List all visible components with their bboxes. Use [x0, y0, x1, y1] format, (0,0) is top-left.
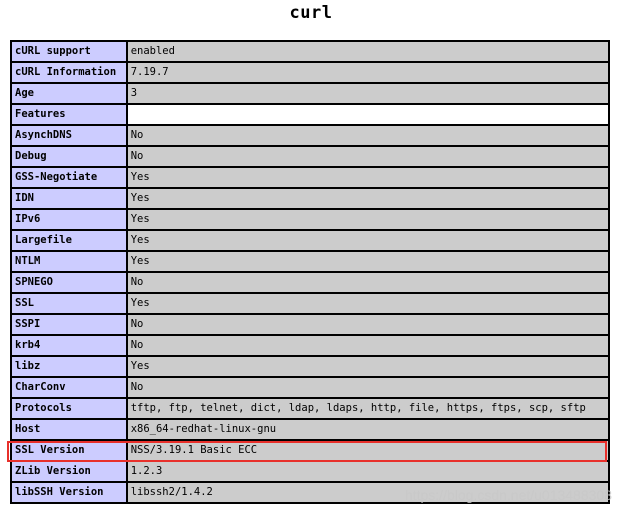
row-key: SSL Version	[11, 440, 127, 461]
page-title: curl	[289, 3, 333, 23]
table-row-charconv: CharConv No	[11, 377, 609, 398]
row-value: No	[126, 314, 609, 335]
row-value: NSS/3.19.1 Basic ECC	[126, 440, 609, 461]
table-row-spnego: SPNEGO No	[11, 272, 609, 293]
row-value: Yes	[126, 230, 609, 251]
table-row-protocols: Protocols tftp, ftp, telnet, dict, ldap,…	[11, 398, 609, 419]
row-value: No	[126, 272, 609, 293]
row-value: Yes	[126, 209, 609, 230]
table-row-krb4: krb4 No	[11, 335, 609, 356]
row-value: Yes	[126, 356, 609, 377]
table-row-curl-support: cURL support enabled	[11, 41, 609, 62]
curl-info-table: cURL support enabled cURL Information 7.…	[10, 40, 610, 504]
table-row-curl-information: cURL Information 7.19.7	[11, 62, 609, 83]
row-key: Age	[11, 83, 127, 104]
table-row-ipv6: IPv6 Yes	[11, 209, 609, 230]
table-row-age: Age 3	[11, 83, 609, 104]
row-key: IPv6	[11, 209, 127, 230]
table-row-ssl: SSL Yes	[11, 293, 609, 314]
row-value: Yes	[126, 167, 609, 188]
table-row-gss-negotiate: GSS-Negotiate Yes	[11, 167, 609, 188]
table-row-zlib-version: ZLib Version 1.2.3	[11, 461, 609, 482]
table-row-ntlm: NTLM Yes	[11, 251, 609, 272]
row-value: No	[126, 146, 609, 167]
row-key: cURL support	[11, 41, 127, 62]
row-key: krb4	[11, 335, 127, 356]
row-value: Yes	[126, 188, 609, 209]
row-value: enabled	[126, 41, 609, 62]
row-value: No	[126, 125, 609, 146]
row-key: Debug	[11, 146, 127, 167]
row-value: 7.19.7	[126, 62, 609, 83]
row-value: No	[126, 335, 609, 356]
table-row-host: Host x86_64-redhat-linux-gnu	[11, 419, 609, 440]
row-key: cURL Information	[11, 62, 127, 83]
table-row-sspi: SSPI No	[11, 314, 609, 335]
table-row-features: Features	[11, 104, 609, 125]
row-key: SSPI	[11, 314, 127, 335]
watermark: https://blog.csdn.net/u013488308	[404, 487, 612, 503]
row-key: Protocols	[11, 398, 127, 419]
row-key: Host	[11, 419, 127, 440]
table-row-largefile: Largefile Yes	[11, 230, 609, 251]
row-key: SPNEGO	[11, 272, 127, 293]
table-row-asynchdns: AsynchDNS No	[11, 125, 609, 146]
row-key: NTLM	[11, 251, 127, 272]
row-value: tftp, ftp, telnet, dict, ldap, ldaps, ht…	[126, 398, 609, 419]
table-row-ssl-version: SSL Version NSS/3.19.1 Basic ECC	[11, 440, 609, 461]
row-value: Yes	[126, 293, 609, 314]
row-value: 1.2.3	[126, 461, 609, 482]
row-value: 3	[126, 83, 609, 104]
row-value: Yes	[126, 251, 609, 272]
row-value: No	[126, 377, 609, 398]
row-key: IDN	[11, 188, 127, 209]
row-value	[126, 104, 609, 125]
row-key: ZLib Version	[11, 461, 127, 482]
row-key: AsynchDNS	[11, 125, 127, 146]
table-row-debug: Debug No	[11, 146, 609, 167]
row-key: libSSH Version	[11, 482, 127, 503]
row-key: CharConv	[11, 377, 127, 398]
table-row-idn: IDN Yes	[11, 188, 609, 209]
row-key: SSL	[11, 293, 127, 314]
row-key: GSS-Negotiate	[11, 167, 127, 188]
row-value: x86_64-redhat-linux-gnu	[126, 419, 609, 440]
table-row-libz: libz Yes	[11, 356, 609, 377]
row-key: Features	[11, 104, 127, 125]
row-key: libz	[11, 356, 127, 377]
row-key: Largefile	[11, 230, 127, 251]
